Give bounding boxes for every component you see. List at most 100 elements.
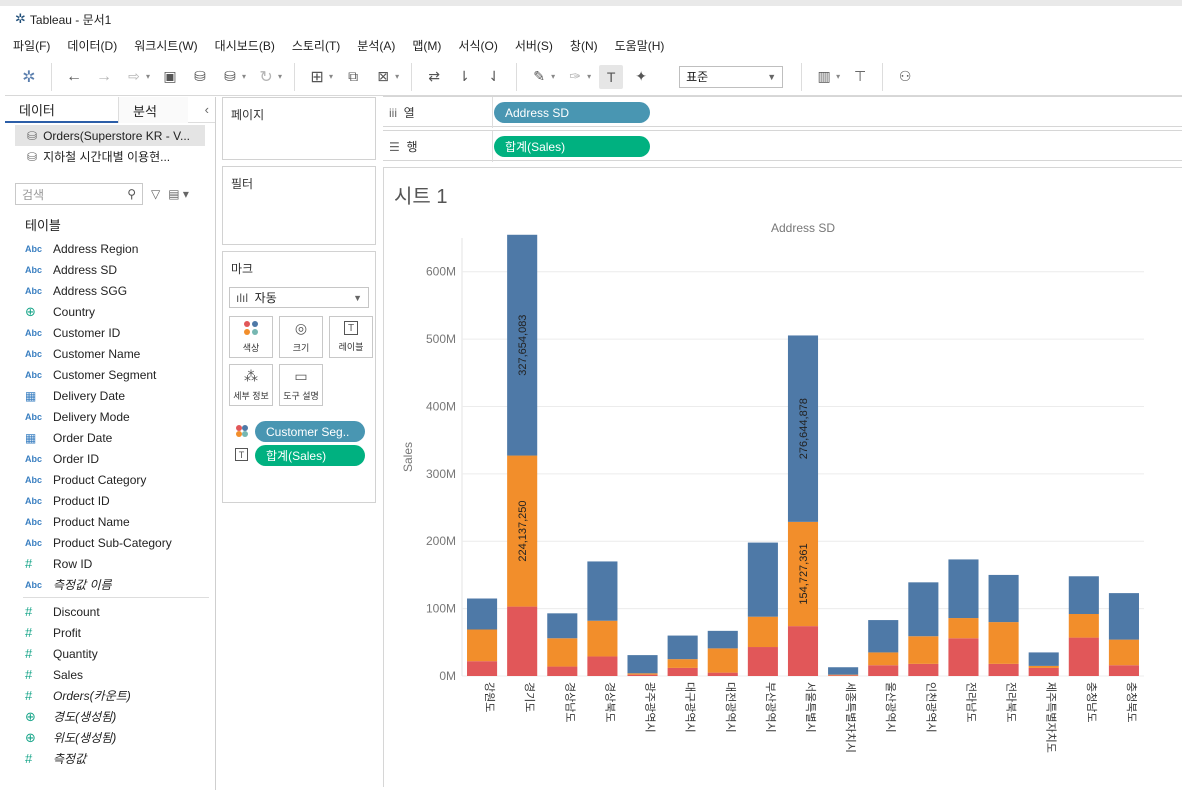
datasource-item-subway[interactable]: ⛁ 지하철 시간대별 이용현... bbox=[5, 146, 215, 167]
save-icon[interactable]: ▣ bbox=[158, 65, 182, 89]
menu-item[interactable]: 데이터(D) bbox=[67, 37, 117, 54]
label-button[interactable]: T 레이블 bbox=[329, 316, 373, 358]
clear-caret-icon[interactable]: ▾ bbox=[395, 72, 399, 81]
highlight-icon[interactable]: ✎ bbox=[527, 65, 551, 89]
duplicate-sheet-icon[interactable]: ⧉ bbox=[341, 65, 365, 89]
menu-item[interactable]: 대시보드(B) bbox=[215, 37, 275, 54]
color-button[interactable]: 색상 bbox=[229, 316, 273, 358]
field-item[interactable]: # Sales bbox=[5, 664, 215, 685]
group-caret-icon[interactable]: ▾ bbox=[587, 72, 591, 81]
field-item[interactable]: Abc Customer ID bbox=[5, 322, 215, 343]
replay-caret-icon[interactable]: ▾ bbox=[146, 72, 150, 81]
show-mark-labels-icon[interactable]: T bbox=[599, 64, 624, 89]
new-worksheet-icon[interactable]: ⊞ bbox=[305, 65, 329, 89]
sum-sales-label-pill[interactable]: 합계(Sales) bbox=[255, 445, 365, 466]
swap-rows-columns-icon[interactable]: ⇄ bbox=[422, 65, 446, 89]
field-item[interactable]: Abc Order ID bbox=[5, 448, 215, 469]
menu-item[interactable]: 창(N) bbox=[570, 37, 598, 54]
filters-card[interactable]: 필터 bbox=[222, 166, 376, 245]
rows-shelf[interactable]: ☰ 행 합계(Sales) bbox=[383, 130, 1182, 162]
sort-ascending-icon[interactable]: ⇂ bbox=[452, 65, 476, 89]
field-item[interactable]: Abc Customer Segment bbox=[5, 364, 215, 385]
new-sheet-caret-icon[interactable]: ▾ bbox=[329, 72, 333, 81]
field-item[interactable]: ▦ Order Date bbox=[5, 427, 215, 448]
field-item[interactable]: ⊕ 위도(생성됨) bbox=[5, 727, 215, 748]
field-item[interactable]: ▦ Delivery Date bbox=[5, 385, 215, 406]
columns-shelf[interactable]: iii 열 Address SD bbox=[383, 96, 1182, 128]
highlight-caret-icon[interactable]: ▾ bbox=[551, 72, 555, 81]
field-item[interactable]: # 측정값 bbox=[5, 748, 215, 769]
menu-item[interactable]: 워크시트(W) bbox=[134, 37, 197, 54]
field-item[interactable]: Abc 측정값 이름 bbox=[5, 574, 215, 595]
bar-segment bbox=[587, 561, 618, 621]
collapse-pane-icon[interactable]: ‹ bbox=[205, 102, 209, 117]
globe-icon: ⊕ bbox=[25, 729, 36, 745]
field-item[interactable]: ⊕ 경도(생성됨) bbox=[5, 706, 215, 727]
field-item[interactable]: Abc Delivery Mode bbox=[5, 406, 215, 427]
field-item[interactable]: # Discount bbox=[5, 601, 215, 622]
tab-analytics[interactable]: 분석 bbox=[118, 97, 188, 123]
stacked-bar-chart: Address SD 0M 100M 200M 300M 400M 500M 600M Sale… bbox=[401, 221, 1144, 753]
number-type-icon: # bbox=[25, 604, 33, 619]
datasource-caret-icon[interactable]: ▾ bbox=[242, 72, 246, 81]
detail-button[interactable]: ⁂ 세부 정보 bbox=[229, 364, 273, 406]
tooltip-button[interactable]: ▭ 도구 설명 bbox=[279, 364, 323, 406]
field-item[interactable]: Abc Product Name bbox=[5, 511, 215, 532]
replay-icon[interactable]: ⇨ bbox=[122, 65, 146, 89]
menu-item[interactable]: 스토리(T) bbox=[292, 37, 340, 54]
search-input[interactable]: 검색 ⚲ bbox=[15, 183, 143, 205]
field-item[interactable]: Abc Address Region bbox=[5, 238, 215, 259]
x-tick-label: 제주특별자치도 bbox=[1045, 682, 1058, 753]
y-tick-label: 500M bbox=[426, 332, 456, 346]
refresh-caret-icon[interactable]: ▾ bbox=[278, 72, 282, 81]
field-item[interactable]: Abc Product Sub-Category bbox=[5, 532, 215, 553]
fix-axes-icon[interactable]: ✦ bbox=[629, 65, 653, 89]
field-item[interactable]: Abc Product ID bbox=[5, 490, 215, 511]
x-tick-label: 충청남도 bbox=[1085, 682, 1098, 722]
presentation-mode-icon[interactable]: ⊤ bbox=[848, 65, 872, 89]
clear-sheet-icon[interactable]: ⊠ bbox=[371, 65, 395, 89]
customer-segment-pill[interactable]: Customer Seg.. bbox=[255, 421, 365, 442]
field-item[interactable]: Abc Customer Name bbox=[5, 343, 215, 364]
sum-sales-pill[interactable]: 합계(Sales) bbox=[494, 136, 650, 157]
field-item[interactable]: # Quantity bbox=[5, 643, 215, 664]
field-item[interactable]: Abc Address SD bbox=[5, 259, 215, 280]
menu-item[interactable]: 파일(F) bbox=[13, 37, 50, 54]
filter-icon[interactable]: ▽ bbox=[151, 187, 160, 201]
menu-item[interactable]: 서버(S) bbox=[515, 37, 553, 54]
datasource-item-orders[interactable]: ⛁ Orders(Superstore KR - V... bbox=[15, 125, 205, 146]
field-item[interactable]: # Row ID bbox=[5, 553, 215, 574]
address-sd-pill[interactable]: Address SD bbox=[494, 102, 650, 123]
bar-segment bbox=[747, 542, 778, 617]
menu-item[interactable]: 분석(A) bbox=[357, 37, 395, 54]
view-options-icon[interactable]: ▤ ▾ bbox=[168, 187, 189, 201]
menu-item[interactable]: 도움말(H) bbox=[615, 37, 665, 54]
show-me-caret-icon[interactable]: ▾ bbox=[836, 72, 840, 81]
pause-update-icon[interactable]: ⛁ bbox=[218, 65, 242, 89]
fit-select[interactable]: 표준 ▼ bbox=[679, 65, 784, 88]
field-item[interactable]: # Orders(카운트) bbox=[5, 685, 215, 706]
field-item[interactable]: ⊕ Country bbox=[5, 301, 215, 322]
field-name: Delivery Date bbox=[53, 388, 126, 403]
tab-data[interactable]: 데이터 bbox=[5, 97, 118, 123]
undo-icon[interactable]: ← bbox=[62, 65, 86, 89]
sort-descending-icon[interactable]: ⇃ bbox=[482, 65, 506, 89]
size-button[interactable]: ◎ 크기 bbox=[279, 316, 323, 358]
redo-icon[interactable]: → bbox=[92, 65, 116, 89]
field-item[interactable]: Abc Address SGG bbox=[5, 280, 215, 301]
toolbar-divider bbox=[801, 62, 803, 91]
new-datasource-icon[interactable]: ⛁ bbox=[188, 65, 212, 89]
menu-item[interactable]: 서식(O) bbox=[458, 37, 497, 54]
show-me-icon[interactable]: ▥ bbox=[812, 65, 836, 89]
group-members-icon[interactable]: ✑ bbox=[563, 65, 587, 89]
mark-type-select[interactable]: ılıl 자동 ▼ bbox=[229, 287, 369, 308]
tableau-home-icon[interactable]: ✲ bbox=[17, 65, 41, 89]
refresh-icon[interactable]: ↻ bbox=[254, 65, 278, 89]
pages-card[interactable]: 페이지 bbox=[222, 97, 376, 160]
share-icon[interactable]: ⚇ bbox=[893, 65, 917, 89]
field-item[interactable]: # Profit bbox=[5, 622, 215, 643]
field-item[interactable]: Abc Product Category bbox=[5, 469, 215, 490]
menu-item[interactable]: 맵(M) bbox=[412, 37, 441, 54]
toolbar-divider bbox=[882, 62, 884, 91]
bar-segment bbox=[828, 674, 859, 676]
